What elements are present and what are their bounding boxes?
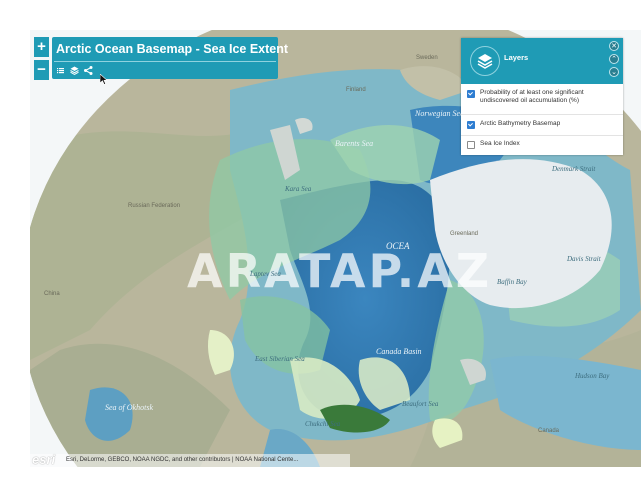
title-panel: Arctic Ocean Basemap - Sea Ice Extent bbox=[52, 37, 288, 79]
label-china: China bbox=[44, 291, 60, 297]
watermark: ARATAP.AZ bbox=[187, 244, 493, 298]
label-kara-sea: Kara Sea bbox=[285, 185, 312, 193]
label-sea-of-okhotsk: Sea of Okhotsk bbox=[105, 403, 153, 412]
layer-item-bathymetry[interactable]: Arctic Bathymetry Basemap bbox=[461, 115, 623, 136]
label-sweden: Sweden bbox=[416, 55, 438, 61]
layer-checkbox-bathymetry[interactable] bbox=[467, 121, 475, 129]
layers-panel-header: Layers ✕ ⌃ ⌄ bbox=[461, 38, 623, 84]
label-norwegian-sea: Norwegian Sea bbox=[415, 109, 465, 118]
label-chukchi-sea: Chukchi Sea bbox=[305, 420, 341, 428]
mouse-cursor-icon bbox=[100, 74, 108, 85]
esri-logo: esri bbox=[32, 452, 56, 467]
label-canada: Canada bbox=[538, 428, 560, 434]
layer-item-sea-ice[interactable]: Sea Ice Index bbox=[461, 136, 623, 154]
layer-label-oil-probability: Probability of at least one significant … bbox=[480, 89, 584, 104]
layers-scroll-down-button[interactable]: ⌄ bbox=[609, 67, 619, 77]
label-canada-basin: Canada Basin bbox=[376, 347, 422, 356]
label-barents-sea: Barents Sea bbox=[335, 139, 374, 148]
layers-scroll-up-button[interactable]: ⌃ bbox=[609, 54, 619, 64]
label-greenland: Greenland bbox=[450, 231, 479, 237]
layers-stack-icon bbox=[477, 54, 493, 69]
attribution-text[interactable]: Esri, DeLorme, GEBCO, NOAA NGDC, and oth… bbox=[66, 457, 298, 463]
label-davis-strait: Davis Strait bbox=[567, 255, 601, 263]
layers-panel: Layers ✕ ⌃ ⌄ Probability of at least one… bbox=[461, 38, 623, 155]
attribution-bar: esri Esri, DeLorme, GEBCO, NOAA NGDC, an… bbox=[30, 452, 350, 467]
zoom-in-button[interactable]: + bbox=[34, 37, 49, 57]
share-icon[interactable] bbox=[83, 65, 94, 76]
list-icon[interactable] bbox=[55, 65, 66, 76]
layer-checkbox-sea-ice[interactable] bbox=[467, 141, 475, 149]
zoom-out-button[interactable]: − bbox=[34, 60, 49, 80]
label-baffin-bay: Baffin Bay bbox=[497, 278, 527, 286]
layers-icon[interactable] bbox=[69, 65, 80, 76]
title-divider bbox=[54, 61, 276, 62]
close-layers-button[interactable]: ✕ bbox=[609, 41, 619, 51]
layer-label-sea-ice: Sea Ice Index bbox=[480, 140, 520, 147]
label-hudson-bay: Hudson Bay bbox=[575, 372, 610, 380]
label-laptev-sea: Laptev Sea bbox=[250, 270, 281, 278]
layers-panel-title: Layers bbox=[504, 53, 529, 62]
layer-checkbox-oil-probability[interactable] bbox=[467, 90, 475, 98]
layer-label-bathymetry: Arctic Bathymetry Basemap bbox=[480, 120, 561, 127]
label-arctic-ocean: OCEA bbox=[386, 241, 410, 251]
label-finland: Finland bbox=[346, 87, 366, 93]
layers-badge bbox=[470, 46, 500, 76]
label-russian-federation: Russian Federation bbox=[128, 203, 181, 209]
app-title: Arctic Ocean Basemap - Sea Ice Extent bbox=[56, 42, 289, 56]
label-east-siberian-sea: East Siberian Sea bbox=[255, 355, 305, 363]
label-beaufort-sea: Beaufort Sea bbox=[402, 400, 439, 408]
layer-item-oil-probability[interactable]: Probability of at least one significant … bbox=[461, 85, 623, 115]
label-denmark-strait: Denmark Strait bbox=[552, 165, 596, 173]
